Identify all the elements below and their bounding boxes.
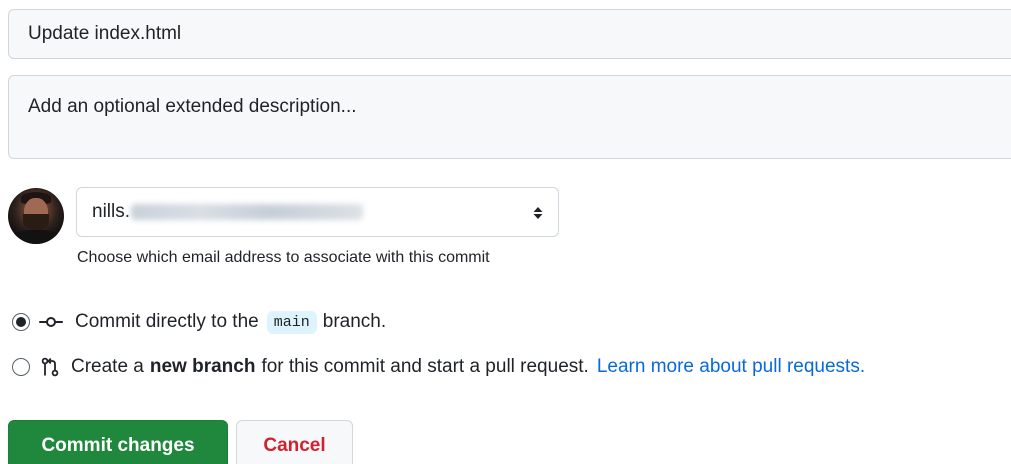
git-commit-icon: [39, 317, 63, 327]
option-new-branch[interactable]: Create a new branch for this commit and …: [12, 352, 865, 382]
commit-summary-input[interactable]: [8, 9, 1011, 59]
branch-name-pill: main: [266, 310, 317, 334]
radio-new-branch[interactable]: [12, 358, 30, 376]
option-commit-text-end: branch.: [322, 311, 387, 332]
commit-changes-button[interactable]: Commit changes: [8, 420, 228, 464]
commit-description-input[interactable]: [8, 75, 1011, 159]
select-arrows-icon: [533, 207, 543, 219]
cancel-button[interactable]: Cancel: [236, 420, 353, 464]
author-email-select[interactable]: nills.: [76, 187, 559, 237]
learn-more-pull-requests-link[interactable]: Learn more about pull requests.: [597, 356, 865, 378]
option-commit-directly[interactable]: Commit directly to the main branch.: [12, 307, 386, 337]
git-pull-request-icon: [41, 357, 59, 377]
redacted-email: [131, 204, 364, 220]
option-new-branch-text: Create a: [71, 356, 144, 377]
email-select-value: nills.: [92, 201, 131, 222]
avatar: [8, 188, 64, 244]
radio-commit-directly[interactable]: [12, 313, 30, 331]
option-commit-text: Commit directly to the: [75, 311, 259, 332]
option-new-branch-text-end: for this commit and start a pull request…: [261, 356, 589, 377]
new-branch-bold-text: new branch: [149, 356, 256, 377]
email-hint-text: Choose which email address to associate …: [77, 249, 490, 266]
